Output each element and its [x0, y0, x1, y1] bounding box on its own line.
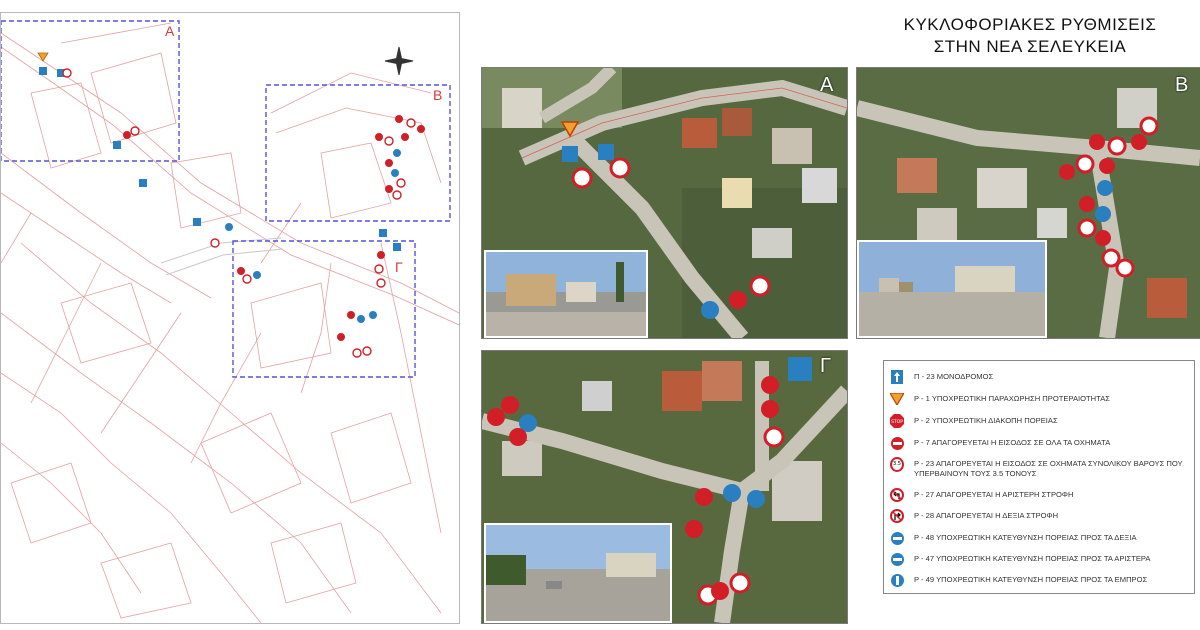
- legend-item-no-entry: Ρ - 7 ΑΠΑΓΟΡΕΥΕΤΑΙ Η ΕΙΣΟΔΟΣ ΣΕ ΟΛΑ ΤΑ Ο…: [890, 436, 1188, 450]
- page-title: ΚΥΚΛΟΦΟΡΙΑΚΕΣ ΡΥΘΜΙΣΕΙΣ ΣΤΗΝ ΝΕΑ ΣΕΛΕΥΚΕ…: [870, 14, 1190, 58]
- legend-item-ahead-only: Ρ - 49 ΥΠΟΧΡΕΩΤΙΚΗ ΚΑΤΕΥΘΥΝΣΗ ΠΟΡΕΙΑΣ ΠΡ…: [890, 573, 1188, 587]
- stop-sign-icon: STOP: [890, 414, 904, 428]
- legend-item-turn-right: Ρ - 48 ΥΠΟΧΡΕΩΤΙΚΗ ΚΑΤΕΥΘΥΝΣΗ ΠΟΡΕΙΑΣ ΠΡ…: [890, 531, 1188, 545]
- street-plan-map[interactable]: A B Γ: [0, 12, 460, 624]
- street-plan-drawing: [1, 20, 459, 623]
- legend-item-turn-left: Ρ - 47 ΥΠΟΧΡΕΩΤΙΚΗ ΚΑΤΕΥΘΥΝΣΗ ΠΟΡΕΙΑΣ ΠΡ…: [890, 552, 1188, 566]
- street-photo-b: [857, 240, 1047, 338]
- legend-text: Ρ - 23 ΑΠΑΓΟΡΕΥΕΤΑΙ Η ΕΙΣΟΔΟΣ ΣΕ ΟΧΗΜΑΤΑ…: [914, 459, 1183, 478]
- yield-sign-icon: [890, 392, 904, 406]
- legend-text: Ρ - 47 ΥΠΟΧΡΕΩΤΙΚΗ ΚΑΤΕΥΘΥΝΣΗ ΠΟΡΕΙΑΣ ΠΡ…: [914, 554, 1151, 563]
- legend-item-stop: STOP Ρ - 2 ΥΠΟΧΡΕΩΤΙΚΗ ΔΙΑΚΟΠΗ ΠΟΡΕΙΑΣ: [890, 414, 1188, 428]
- title-line-1: ΚΥΚΛΟΦΟΡΙΑΚΕΣ ΡΥΘΜΙΣΕΙΣ: [903, 15, 1157, 34]
- svg-text:STOP: STOP: [891, 419, 903, 425]
- aerial-panel-b[interactable]: B: [856, 67, 1200, 339]
- legend-text: Ρ - 48 ΥΠΟΧΡΕΩΤΙΚΗ ΚΑΤΕΥΘΥΝΣΗ ΠΟΡΕΙΑΣ ΠΡ…: [914, 533, 1137, 542]
- no-left-turn-sign-icon: [890, 488, 904, 502]
- ahead-only-sign-icon: [890, 573, 904, 587]
- legend-item-no-right-turn: Ρ - 28 ΑΠΑΓΟΡΕΥΕΤΑΙ Η ΔΕΞΙΑ ΣΤΡΟΦΗ: [890, 509, 1188, 523]
- legend-text: Π - 23 ΜΟΝΟΔΡΟΜΟΣ: [914, 372, 994, 381]
- legend-text: Ρ - 2 ΥΠΟΧΡΕΩΤΙΚΗ ΔΙΑΚΟΠΗ ΠΟΡΕΙΑΣ: [914, 416, 1058, 425]
- no-right-turn-sign-icon: [890, 509, 904, 523]
- legend-item-weight-limit: 3.5 Ρ - 23 ΑΠΑΓΟΡΕΥΕΤΑΙ Η ΕΙΣΟΔΟΣ ΣΕ ΟΧΗ…: [890, 456, 1188, 479]
- street-photo-c: [484, 523, 672, 623]
- map-legend: Π - 23 ΜΟΝΟΔΡΟΜΟΣ Ρ - 1 ΥΠΟΧΡΕΩΤΙΚΗ ΠΑΡΑ…: [883, 360, 1195, 594]
- aerial-panel-a[interactable]: A: [481, 67, 848, 339]
- legend-text: Ρ - 28 ΑΠΑΓΟΡΕΥΕΤΑΙ Η ΔΕΞΙΑ ΣΤΡΟΦΗ: [914, 511, 1059, 520]
- weight-limit-sign-icon: 3.5: [890, 456, 904, 472]
- legend-item-yield: Ρ - 1 ΥΠΟΧΡΕΩΤΙΚΗ ΠΑΡΑΧΩΡΗΣΗ ΠΡΟΤΕΡΑΙΟΤΗ…: [890, 392, 1188, 406]
- title-line-2: ΣΤΗΝ ΝΕΑ ΣΕΛΕΥΚΕΙΑ: [933, 37, 1127, 56]
- zone-a-label: A: [165, 23, 175, 39]
- legend-text: Ρ - 1 ΥΠΟΧΡΕΩΤΙΚΗ ΠΑΡΑΧΩΡΗΣΗ ΠΡΟΤΕΡΑΙΟΤΗ…: [914, 394, 1110, 403]
- one-way-sign-icon: [890, 370, 904, 384]
- legend-text: Ρ - 27 ΑΠΑΓΟΡΕΥΕΤΑΙ Η ΑΡΙΣΤΕΡΗ ΣΤΡΟΦΗ: [914, 490, 1074, 499]
- no-entry-sign-icon: [890, 436, 904, 450]
- street-photo-a: [484, 250, 648, 338]
- panel-b-letter: B: [1175, 74, 1189, 96]
- turn-right-sign-icon: [890, 531, 904, 545]
- aerial-panel-c[interactable]: Γ: [481, 350, 848, 624]
- legend-item-no-left-turn: Ρ - 27 ΑΠΑΓΟΡΕΥΕΤΑΙ Η ΑΡΙΣΤΕΡΗ ΣΤΡΟΦΗ: [890, 488, 1188, 502]
- legend-text: Ρ - 49 ΥΠΟΧΡΕΩΤΙΚΗ ΚΑΤΕΥΘΥΝΣΗ ΠΟΡΕΙΑΣ ΠΡ…: [914, 575, 1148, 584]
- panel-c-letter: Γ: [820, 355, 832, 377]
- panel-a-letter: A: [820, 74, 834, 96]
- zone-b-label: B: [433, 87, 443, 103]
- legend-item-one-way: Π - 23 ΜΟΝΟΔΡΟΜΟΣ: [890, 370, 1188, 384]
- legend-text: Ρ - 7 ΑΠΑΓΟΡΕΥΕΤΑΙ Η ΕΙΣΟΔΟΣ ΣΕ ΟΛΑ ΤΑ Ο…: [914, 438, 1111, 447]
- turn-left-sign-icon: [890, 552, 904, 566]
- zone-c-label: Γ: [395, 259, 403, 275]
